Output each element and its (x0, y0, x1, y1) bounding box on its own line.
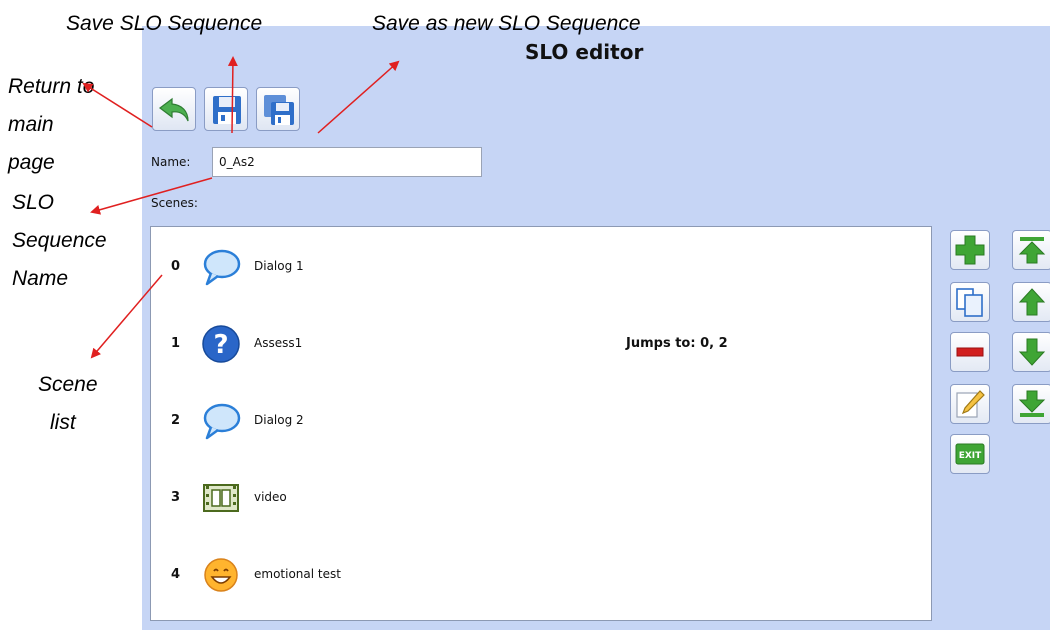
arrow-return (82, 82, 153, 128)
annotation-arrows (82, 56, 400, 359)
arrow-save-new (317, 60, 400, 134)
arrow-name (90, 177, 213, 215)
arrow-save (227, 56, 238, 134)
arrow-scene-list (90, 274, 163, 359)
